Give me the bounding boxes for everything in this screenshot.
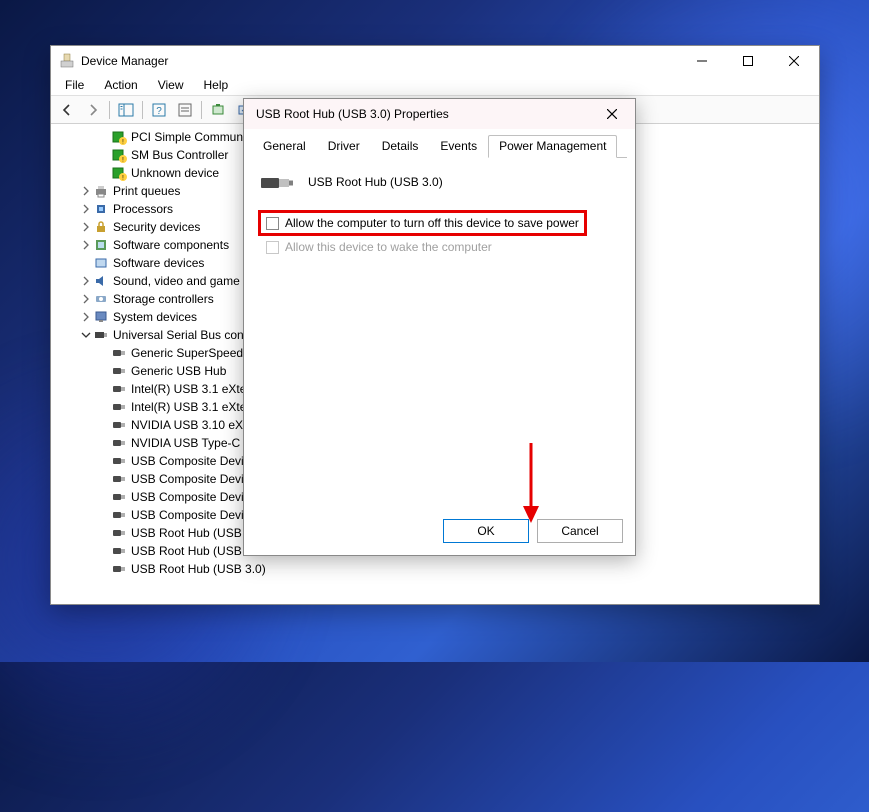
usb-plug-icon (111, 471, 127, 487)
chip-warn-icon: ! (111, 129, 127, 145)
usb-plug-icon (111, 435, 127, 451)
tree-item-label: Processors (113, 202, 173, 216)
chip-warn-icon: ! (111, 147, 127, 163)
usb-plug-icon (111, 417, 127, 433)
tree-item-label: SM Bus Controller (131, 148, 228, 162)
tree-item-label: USB Root Hub (USB 3. (131, 526, 255, 540)
chevron-icon[interactable] (79, 294, 93, 304)
tree-item-label: NVIDIA USB Type-C P (131, 436, 252, 450)
titlebar: Device Manager (51, 46, 819, 76)
chevron-icon[interactable] (79, 240, 93, 250)
lock-icon (93, 219, 109, 235)
tree-item-label: System devices (113, 310, 197, 324)
tree-item-label: Print queues (113, 184, 180, 198)
properties-button[interactable] (173, 99, 197, 121)
tree-item-label: USB Composite Devic (131, 508, 250, 522)
usb-hub-icon (260, 172, 294, 192)
tree-item-label: USB Composite Devic (131, 454, 250, 468)
tree-item[interactable]: USB Root Hub (USB 3.0) (59, 560, 811, 578)
minimize-button[interactable] (679, 46, 725, 76)
scan-hardware-button[interactable] (206, 99, 230, 121)
tree-item-label: Unknown device (131, 166, 219, 180)
dialog-titlebar: USB Root Hub (USB 3.0) Properties (244, 99, 635, 129)
tree-item-label: Intel(R) USB 3.1 eXten (131, 382, 253, 396)
chevron-icon[interactable] (79, 330, 93, 340)
tree-item-label: PCI Simple Commun (131, 130, 243, 144)
tree-item-label: Generic USB Hub (131, 364, 226, 378)
usb-plug-icon (111, 345, 127, 361)
tab-events[interactable]: Events (429, 135, 488, 158)
cancel-button[interactable]: Cancel (537, 519, 623, 543)
allow-turnoff-checkbox[interactable] (266, 217, 279, 230)
allow-wake-label: Allow this device to wake the computer (285, 240, 492, 254)
tree-item-label: Generic SuperSpeed U (131, 346, 255, 360)
menubar: File Action View Help (51, 76, 819, 96)
usb-plug-icon (111, 381, 127, 397)
back-button[interactable] (55, 99, 79, 121)
tree-item-label: Storage controllers (113, 292, 214, 306)
maximize-button[interactable] (725, 46, 771, 76)
tree-item-label: USB Root Hub (USB 3.0) (131, 562, 266, 576)
usb-icon (93, 327, 109, 343)
chevron-icon[interactable] (79, 222, 93, 232)
usb-plug-icon (111, 525, 127, 541)
close-button[interactable] (771, 46, 817, 76)
tree-item-label: Software devices (113, 256, 204, 270)
chevron-icon[interactable] (79, 312, 93, 322)
window-title: Device Manager (81, 54, 168, 68)
tree-item-label: Universal Serial Bus contr (113, 328, 251, 342)
allow-turnoff-label: Allow the computer to turn off this devi… (285, 216, 579, 230)
menu-action[interactable]: Action (94, 76, 147, 95)
printer-icon (93, 183, 109, 199)
chevron-icon[interactable] (79, 186, 93, 196)
forward-button[interactable] (81, 99, 105, 121)
swdev-icon (93, 255, 109, 271)
app-icon (59, 53, 75, 69)
tree-item-label: Security devices (113, 220, 200, 234)
menu-view[interactable]: View (148, 76, 194, 95)
tree-item-label: Software components (113, 238, 229, 252)
audio-icon (93, 273, 109, 289)
usb-plug-icon (111, 507, 127, 523)
properties-dialog: USB Root Hub (USB 3.0) Properties Genera… (243, 98, 636, 556)
tree-item-label: USB Composite Devic (131, 472, 250, 486)
usb-plug-icon (111, 489, 127, 505)
svg-text:?: ? (156, 106, 162, 117)
usb-plug-icon (111, 453, 127, 469)
tree-item-label: NVIDIA USB 3.10 eXte (131, 418, 253, 432)
tree-item-label: Sound, video and game c (113, 274, 249, 288)
tabstrip: GeneralDriverDetailsEventsPower Manageme… (252, 135, 627, 158)
show-hide-tree-button[interactable] (114, 99, 138, 121)
ok-button[interactable]: OK (443, 519, 529, 543)
dialog-close-button[interactable] (597, 99, 627, 129)
chevron-icon[interactable] (79, 204, 93, 214)
highlighted-option: Allow the computer to turn off this devi… (258, 210, 587, 236)
tree-item-label: USB Root Hub (USB 3. (131, 544, 255, 558)
tab-details[interactable]: Details (371, 135, 430, 158)
tab-power-management[interactable]: Power Management (488, 135, 617, 158)
help-button[interactable]: ? (147, 99, 171, 121)
dialog-title: USB Root Hub (USB 3.0) Properties (256, 107, 449, 121)
cpu-icon (93, 201, 109, 217)
tab-driver[interactable]: Driver (317, 135, 371, 158)
usb-plug-icon (111, 561, 127, 577)
usb-plug-icon (111, 399, 127, 415)
pc-icon (93, 309, 109, 325)
tree-item-label: Intel(R) USB 3.1 eXten (131, 400, 253, 414)
dialog-body: USB Root Hub (USB 3.0) Allow the compute… (244, 158, 635, 268)
device-name-label: USB Root Hub (USB 3.0) (308, 175, 443, 189)
allow-wake-checkbox (266, 241, 279, 254)
usb-plug-icon (111, 363, 127, 379)
tab-general[interactable]: General (252, 135, 317, 158)
usb-plug-icon (111, 543, 127, 559)
menu-help[interactable]: Help (194, 76, 239, 95)
storage-icon (93, 291, 109, 307)
tree-item-label: USB Composite Devic (131, 490, 250, 504)
component-icon (93, 237, 109, 253)
chip-warn-icon: ! (111, 165, 127, 181)
menu-file[interactable]: File (55, 76, 94, 95)
chevron-icon[interactable] (79, 276, 93, 286)
